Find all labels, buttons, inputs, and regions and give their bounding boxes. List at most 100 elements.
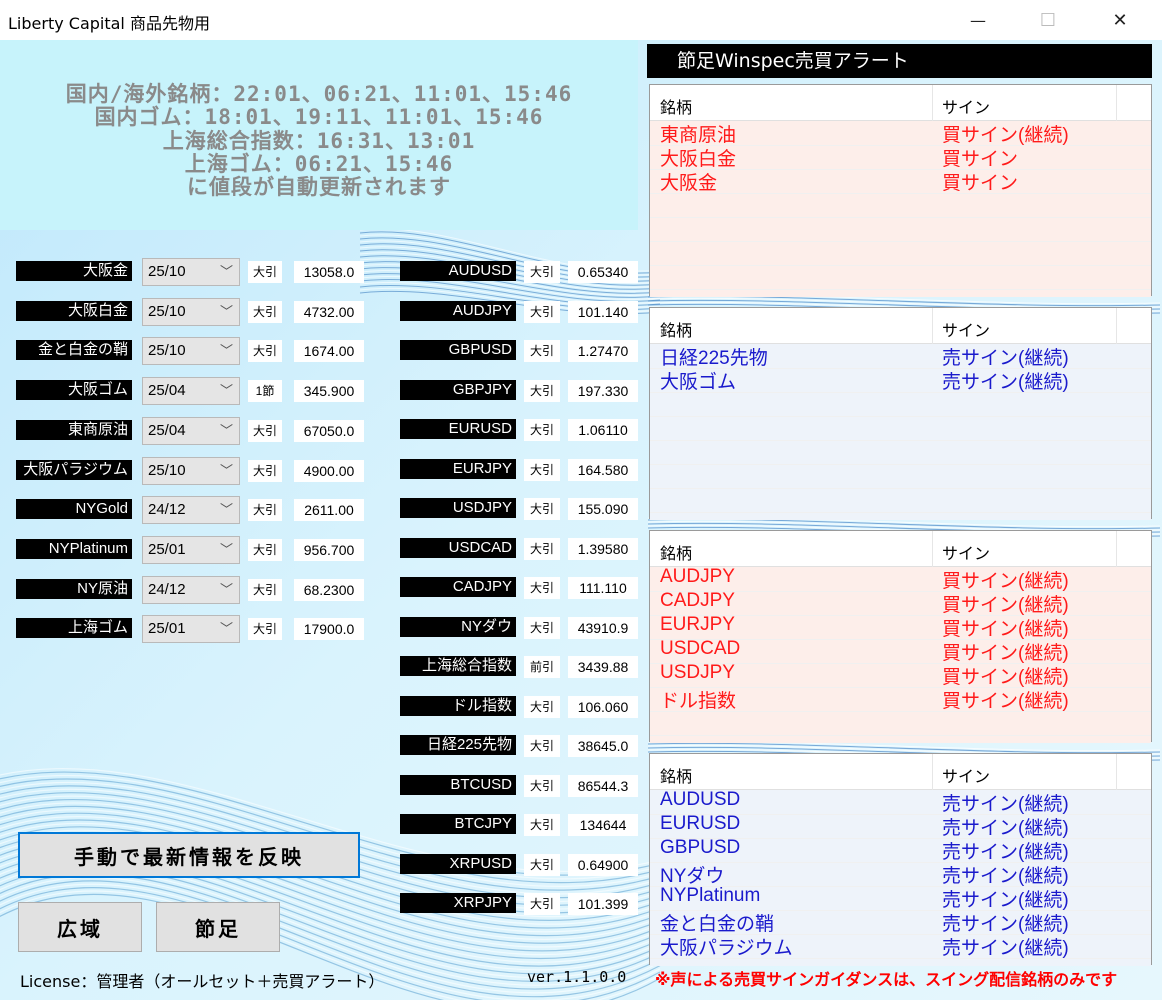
instrument-name: CADJPY <box>400 577 516 597</box>
alert-instrument: ドル指数 <box>660 691 737 712</box>
price-type: 大引 <box>524 616 560 639</box>
domestic-row: 上海ゴム 25/01 ﹀ 大引 17900.0 <box>16 615 366 644</box>
overseas-row: 日経225先物 大引 38645.0 <box>400 732 640 760</box>
chevron-down-icon: ﹀ <box>219 621 233 637</box>
table-row[interactable]: USDCAD 買サイン(継続) <box>650 638 1151 664</box>
update-schedule-box: 国内/海外銘柄：22:01、06:21、11:01、15:46 国内ゴム：18:… <box>0 40 638 230</box>
contract-month-select[interactable]: 24/12 ﹀ <box>142 575 240 604</box>
col-header-sign: サイン <box>942 544 991 563</box>
price-value: 956.700 <box>294 538 364 561</box>
price-value: 1674.00 <box>294 340 364 363</box>
contract-month-select[interactable]: 25/10 ﹀ <box>142 297 240 326</box>
contract-month-select[interactable]: 25/10 ﹀ <box>142 258 240 286</box>
price-value: 1.27470 <box>568 340 638 362</box>
table-row[interactable]: 大阪金 買サイン <box>650 168 1151 194</box>
price-type: 大引 <box>524 695 560 718</box>
contract-month-select[interactable]: 25/04 ﹀ <box>142 377 240 406</box>
col-header-sign: サイン <box>942 321 991 340</box>
instrument-name: 大阪ゴム <box>16 380 132 401</box>
window-title: Liberty Capital 商品先物用 <box>8 14 210 33</box>
price-value: 2611.00 <box>294 499 364 522</box>
table-row[interactable]: 大阪白金 買サイン <box>650 144 1151 170</box>
setsu-button[interactable]: 節足 <box>156 902 280 952</box>
instrument-name: 大阪パラジウム <box>16 459 132 480</box>
instrument-name: 大阪金 <box>16 261 132 281</box>
minimize-button[interactable]: — <box>955 0 1001 40</box>
price-type: 大引 <box>524 340 560 362</box>
price-value: 155.090 <box>568 498 638 520</box>
table-row[interactable]: AUDJPY 買サイン(継続) <box>650 566 1151 592</box>
grid-line <box>650 512 1151 513</box>
instrument-name: 日経225先物 <box>400 735 516 755</box>
instrument-name: AUDUSD <box>400 261 516 281</box>
table-row[interactable]: GBPUSD 売サイン(継続) <box>650 837 1151 863</box>
price-type: 大引 <box>524 419 560 441</box>
price-value: 1.06110 <box>568 419 638 441</box>
price-value: 4900.00 <box>294 459 364 482</box>
maximize-button[interactable]: ☐ <box>1025 0 1071 40</box>
price-value: 134644 <box>568 814 638 836</box>
table-row[interactable]: EURJPY 買サイン(継続) <box>650 614 1151 640</box>
contract-month-select[interactable]: 25/10 ﹀ <box>142 337 240 366</box>
version-text: ver.1.1.0.0 <box>527 968 627 986</box>
alert-sign: 売サイン(継続) <box>942 348 1069 369</box>
instrument-name: USDCAD <box>400 537 516 558</box>
sell-alert-table: 銘柄 サイン 日経225先物 売サイン(継続) 大阪ゴム 売サイン(継続) <box>649 307 1152 520</box>
table-row[interactable]: 大阪ゴム 売サイン(継続) <box>650 367 1151 393</box>
contract-month-select[interactable]: 25/10 ﹀ <box>142 456 240 485</box>
buy-alert-table: 銘柄 サイン 東商原油 買サイン(継続) 大阪白金 買サイン 大阪金 買サイン <box>649 84 1152 297</box>
chevron-down-icon: ﹀ <box>219 343 233 359</box>
alert-sign: 買サイン(継続) <box>942 643 1069 664</box>
table-row[interactable]: NYPlatinum 売サイン(継続) <box>650 885 1151 911</box>
instrument-name: NYPlatinum <box>16 538 132 559</box>
price-type: 大引 <box>524 498 560 520</box>
info-line-5: に値段が自動更新されます <box>187 175 451 199</box>
table-row[interactable]: ドル指数 買サイン(継続) <box>650 686 1151 712</box>
price-type: 1節 <box>248 380 282 403</box>
alert-instrument: EURUSD <box>660 813 741 834</box>
chevron-down-icon: ﹀ <box>219 303 233 319</box>
license-text: License：管理者（オールセット＋売買アラート） <box>20 972 385 991</box>
chevron-down-icon: ﹀ <box>219 462 233 478</box>
contract-month-value: 25/01 <box>148 620 186 638</box>
price-type: 大引 <box>524 735 560 757</box>
table-row[interactable]: USDJPY 買サイン(継続) <box>650 662 1151 688</box>
alert-sign: 売サイン(継続) <box>942 842 1069 863</box>
price-value: 13058.0 <box>294 261 364 283</box>
price-value: 1.39580 <box>568 537 638 560</box>
price-type: 大引 <box>524 261 560 283</box>
instrument-name: EURUSD <box>400 419 516 439</box>
grid-line <box>650 289 1151 290</box>
instrument-name: EURJPY <box>400 458 516 479</box>
price-value: 68.2300 <box>294 578 364 601</box>
alert-instrument: 金と白金の鞘 <box>660 914 775 935</box>
table-row[interactable]: NYダウ 売サイン(継続) <box>650 861 1151 887</box>
table-body: AUDJPY 買サイン(継続) CADJPY 買サイン(継続) EURJPY 買… <box>650 566 1151 743</box>
alert-sign: 買サイン(継続) <box>942 619 1069 640</box>
close-button[interactable]: ✕ <box>1097 0 1143 40</box>
wide-button[interactable]: 広域 <box>18 902 142 952</box>
contract-month-select[interactable]: 25/04 ﹀ <box>142 416 240 445</box>
alert-sign: 買サイン <box>942 173 1019 194</box>
price-type: 大引 <box>524 774 560 797</box>
table-row[interactable]: 日経225先物 売サイン(継続) <box>650 343 1151 369</box>
contract-month-select[interactable]: 25/01 ﹀ <box>142 615 240 644</box>
table-row[interactable]: EURUSD 売サイン(継続) <box>650 813 1151 839</box>
instrument-name: NYGold <box>16 499 132 520</box>
manual-refresh-button[interactable]: 手動で最新情報を反映 <box>18 832 360 878</box>
price-value: 4732.00 <box>294 300 364 323</box>
price-type: 大引 <box>248 618 282 641</box>
instrument-name: XRPUSD <box>400 853 516 874</box>
table-row[interactable]: 大阪パラジウム 売サイン(継続) <box>650 933 1151 959</box>
minimize-icon: — <box>970 10 986 30</box>
table-row[interactable]: 東商原油 買サイン(継続) <box>650 120 1151 146</box>
alert-instrument: NYダウ <box>660 866 725 887</box>
contract-month-select[interactable]: 25/01 ﹀ <box>142 535 240 564</box>
alert-instrument: CADJPY <box>660 590 735 611</box>
table-row[interactable]: AUDUSD 売サイン(継続) <box>650 789 1151 815</box>
contract-month-select[interactable]: 24/12 ﹀ <box>142 496 240 525</box>
table-row[interactable]: 金と白金の鞘 売サイン(継続) <box>650 909 1151 935</box>
instrument-name: XRPJPY <box>400 893 516 913</box>
contract-month-value: 25/10 <box>148 302 186 320</box>
table-row[interactable]: CADJPY 買サイン(継続) <box>650 590 1151 616</box>
